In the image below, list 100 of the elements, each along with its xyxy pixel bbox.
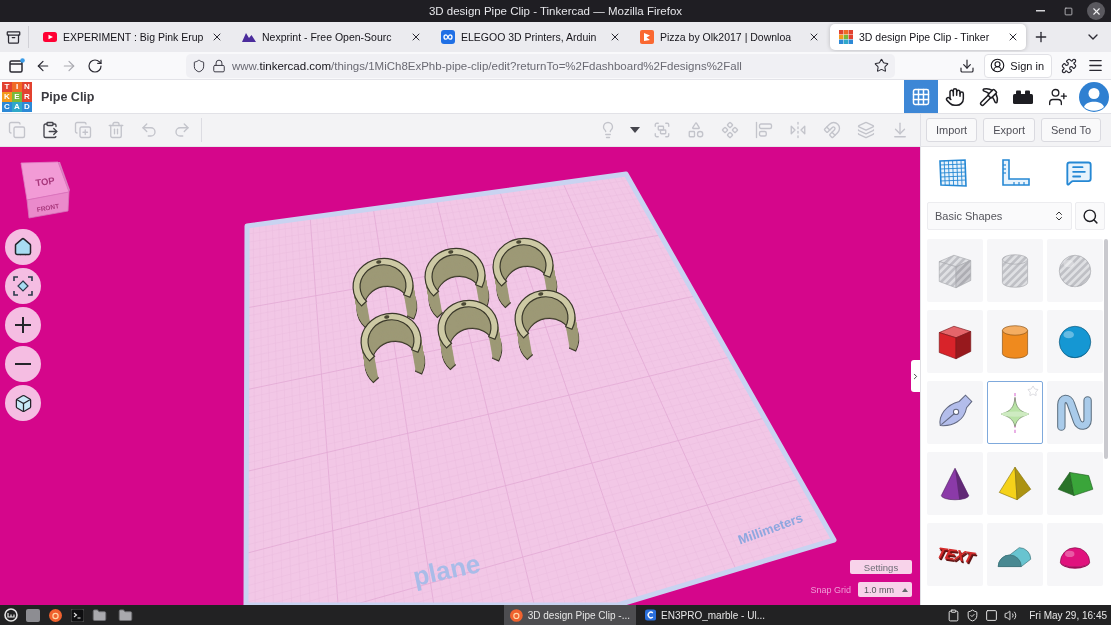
launcher-button[interactable] <box>116 606 134 624</box>
magnet-icon <box>823 121 841 139</box>
close-icon <box>1090 5 1102 17</box>
duplicate-icon <box>74 121 92 139</box>
layers-icon <box>857 121 875 139</box>
taskbar-window[interactable]: EN3PRO_marble - Ul... <box>639 605 771 625</box>
logo-letter: N <box>22 81 32 92</box>
shape-tile[interactable] <box>927 239 983 302</box>
menu-icon <box>1086 57 1104 74</box>
hand-icon <box>945 86 965 107</box>
logo-letter: I <box>12 81 22 92</box>
close-icon <box>211 31 223 43</box>
clock[interactable]: Fri May 29, 16:45 <box>1029 609 1107 621</box>
terminal-icon <box>70 608 84 622</box>
drop-icon <box>891 121 909 139</box>
pipe-clip <box>360 312 426 384</box>
download-icon <box>959 57 976 74</box>
shape-tile[interactable] <box>987 452 1043 515</box>
zoom-out-button[interactable] <box>5 346 41 382</box>
clipboard-icon[interactable] <box>947 608 961 622</box>
launcher-button[interactable] <box>46 606 64 624</box>
shape-tile[interactable] <box>987 381 1043 444</box>
shape-tile[interactable] <box>927 310 983 373</box>
trash-icon <box>107 121 125 139</box>
shape-tile[interactable] <box>987 239 1043 302</box>
search-button[interactable] <box>1075 202 1105 230</box>
sign-in-button[interactable]: Sign in <box>984 53 1052 78</box>
paste-icon <box>41 121 59 139</box>
diamonds-icon <box>721 121 739 139</box>
browser-tab[interactable]: Pizza by Olk2017 | Downloa <box>631 24 827 50</box>
volume-icon[interactable] <box>1004 608 1018 622</box>
undo-icon <box>140 121 158 139</box>
shape-tile[interactable] <box>1047 310 1103 373</box>
cube-face-label: TOP <box>34 174 56 189</box>
profile-button[interactable] <box>1076 80 1111 113</box>
plus-icon <box>1033 29 1049 45</box>
zoom-in-button[interactable] <box>5 307 41 343</box>
action-button[interactable]: Import <box>926 118 978 142</box>
shape-tile[interactable] <box>1047 239 1103 302</box>
note-icon <box>1065 159 1094 187</box>
account-icon <box>990 58 1006 73</box>
caret-icon <box>630 127 640 133</box>
cube-icon <box>13 393 33 413</box>
play-icon <box>43 32 57 42</box>
align-icon <box>755 121 773 139</box>
logo-icon <box>4 608 18 622</box>
url-text: www.tinkercad.com/things/1MiCh8ExPhb-pipe-clip/edit?returnTo=%2Fdashboard%2Fdesigns%2Fall <box>232 59 742 72</box>
shape-tile[interactable] <box>1047 523 1103 586</box>
mirror-icon <box>789 121 807 139</box>
shape-tile[interactable] <box>927 381 983 444</box>
grid-logo-icon <box>839 30 853 44</box>
grid-view-button[interactable] <box>904 80 938 113</box>
launcher-button[interactable] <box>90 606 108 624</box>
action-button[interactable]: Export <box>983 118 1035 142</box>
snap-grid-select[interactable]: 1.0 mm <box>858 582 912 597</box>
library-select[interactable]: Basic Shapes <box>927 202 1072 230</box>
shape-tile[interactable] <box>927 452 983 515</box>
perspective-button[interactable] <box>5 385 41 421</box>
shapes-icon <box>687 121 705 139</box>
puzzle-icon <box>1061 57 1077 74</box>
shape-label: TEXT <box>934 544 976 565</box>
window-title: 3D design Pipe Clip - Tinkercad — Mozilla Firefox <box>428 5 683 17</box>
caret-icon <box>902 587 908 592</box>
sidebar-icon <box>9 58 25 73</box>
home-button[interactable] <box>5 229 41 265</box>
close-icon <box>1007 31 1019 43</box>
shape-tile[interactable] <box>1047 452 1103 515</box>
close-icon <box>609 31 621 43</box>
maximize-icon <box>1063 6 1073 16</box>
star-icon[interactable] <box>1027 385 1039 397</box>
pipe-clip <box>437 299 503 371</box>
shield-icon[interactable] <box>966 608 980 622</box>
scrollbar[interactable] <box>1104 239 1108 459</box>
shape-tile[interactable] <box>987 523 1043 586</box>
app-icon <box>645 609 657 621</box>
shape-tile[interactable] <box>1047 381 1103 444</box>
updown-icon <box>1053 210 1065 222</box>
close-window-button[interactable] <box>1087 2 1105 20</box>
taskbar-window[interactable]: 3D design Pipe Clip -... <box>504 605 636 625</box>
add-user-icon <box>1048 86 1068 107</box>
address-field[interactable]: www.tinkercad.com/things/1MiCh8ExPhb-pipe-clip/edit?returnTo=%2Fdashboard%2Fdesigns%2Fall <box>186 53 895 78</box>
fit-view-button[interactable] <box>5 268 41 304</box>
archive-icon <box>5 29 21 45</box>
logo-letter: K <box>2 91 12 102</box>
action-button[interactable]: Send To <box>1041 118 1102 142</box>
copy-icon <box>8 121 26 139</box>
shape-tile[interactable] <box>987 310 1043 373</box>
pickaxe-icon <box>979 86 999 107</box>
panel-toggle-button[interactable] <box>911 360 920 392</box>
browser-tab[interactable]: EXPERIMENT : Big Pink Erup <box>34 24 230 50</box>
browser-tab[interactable]: Nexprint - Free Open-Sourc <box>233 24 429 50</box>
minus-icon <box>15 363 31 365</box>
shape-tile[interactable]: TEXT <box>927 523 983 586</box>
desktop-icon <box>26 608 40 622</box>
launcher-button[interactable] <box>2 606 20 624</box>
settings-button[interactable]: Settings <box>850 560 912 574</box>
logo-letter: A <box>12 101 22 112</box>
window-icon[interactable] <box>985 608 999 622</box>
browser-tab[interactable]: 3D design Pipe Clip - Tinker <box>830 24 1026 50</box>
browser-tab[interactable]: ELEGOO 3D Printers, Arduin <box>432 24 628 50</box>
